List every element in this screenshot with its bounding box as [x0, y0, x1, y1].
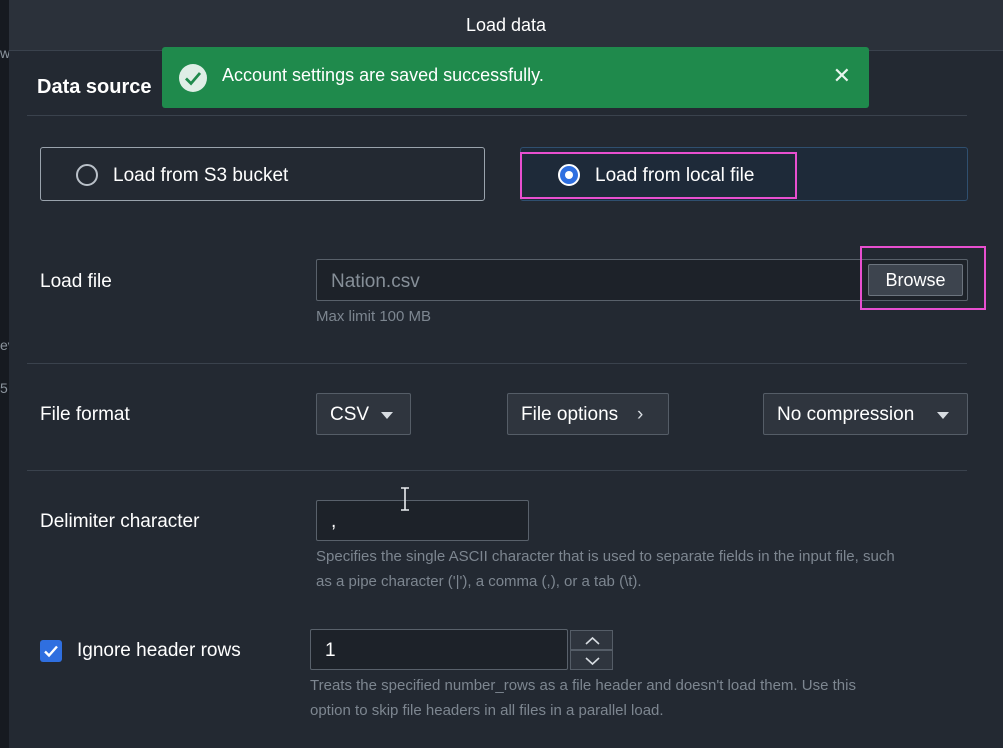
divider	[27, 470, 967, 471]
text-cursor-icon	[401, 487, 409, 511]
caret-down-icon	[381, 412, 393, 419]
increment-button[interactable]	[570, 630, 613, 650]
decrement-button[interactable]	[570, 650, 613, 670]
header-rows-input[interactable]: 1	[310, 629, 568, 670]
delimiter-input[interactable]: ,	[316, 500, 529, 541]
success-toast: Account settings are saved successfully.…	[162, 47, 869, 108]
chevron-down-icon	[585, 657, 600, 666]
header-rows-stepper[interactable]	[570, 630, 613, 670]
load-data-dialog: Load data Data source Load from S3 bucke…	[9, 0, 1003, 748]
chevron-right-icon: ›	[637, 404, 644, 425]
delimiter-hint-line-2: as a pipe character ('|'), a comma (,), …	[316, 573, 642, 590]
check-circle-icon	[179, 64, 207, 92]
ignore-header-hint-line-2: option to skip file headers in all files…	[310, 702, 664, 719]
caret-down-icon	[937, 412, 949, 419]
delimiter-label: Delimiter character	[40, 511, 200, 532]
section-title: Data source	[37, 76, 152, 98]
radio-unselected-icon[interactable]	[76, 164, 98, 186]
radio-label: Load from S3 bucket	[113, 165, 289, 186]
checkmark-icon	[44, 645, 58, 658]
header-rows-value: 1	[325, 640, 336, 661]
format-value: CSV	[330, 404, 370, 425]
divider	[27, 115, 967, 116]
compression-value: No compression	[777, 404, 915, 425]
file-format-label: File format	[40, 404, 130, 425]
dialog-header: Load data	[9, 0, 1003, 51]
delimiter-value: ,	[331, 511, 337, 532]
dialog-title: Load data	[465, 15, 547, 35]
highlight-box	[520, 152, 797, 199]
file-path-value: Nation.csv	[331, 271, 420, 292]
ignore-header-hint-line-1: Treats the specified number_rows as a fi…	[310, 677, 856, 694]
chevron-up-icon	[585, 636, 600, 645]
delimiter-hint-line-1: Specifies the single ASCII character tha…	[316, 548, 895, 565]
highlight-box	[860, 246, 986, 310]
toast-message: Account settings are saved successfully.	[222, 65, 544, 85]
compression-dropdown[interactable]: No compression	[763, 393, 968, 435]
divider	[27, 363, 967, 364]
load-file-hint: Max limit 100 MB	[316, 308, 432, 325]
ignore-header-checkbox[interactable]	[40, 640, 62, 662]
file-options-button[interactable]: File options ›	[507, 393, 669, 435]
radio-load-from-s3[interactable]: Load from S3 bucket	[40, 147, 485, 201]
file-options-label: File options	[521, 404, 619, 425]
background-page: w ev 5	[0, 0, 15, 748]
background-text: 5	[0, 380, 8, 396]
close-icon[interactable]: ✕	[833, 63, 851, 89]
format-dropdown[interactable]: CSV	[316, 393, 411, 435]
ignore-header-label: Ignore header rows	[77, 640, 241, 661]
load-file-label: Load file	[40, 271, 112, 292]
